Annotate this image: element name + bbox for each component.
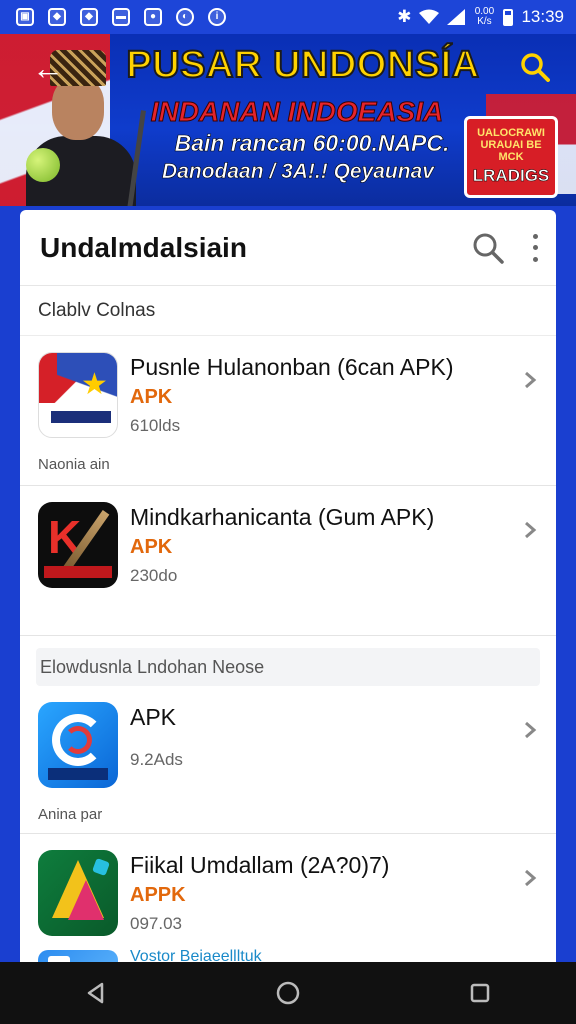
section-label: Clablv Colnas <box>20 286 556 336</box>
clock: 13:39 <box>521 7 564 26</box>
app-type-badge: APK <box>130 386 173 408</box>
promo-badge: UALOCRAWI URAUAI BE MCK LRADIGS <box>464 116 558 198</box>
bluetooth-icon: ✱ <box>397 7 412 26</box>
recents-button[interactable] <box>455 973 505 1013</box>
promo-banner[interactable]: ← PUSAR UNDONSÍA INDANAN INDOEASIA Bain … <box>0 34 576 206</box>
banner-title: PUSAR UNDONSÍA <box>125 43 480 87</box>
wifi-icon <box>419 9 440 24</box>
app-size: 9.2Ads <box>130 750 183 769</box>
flag-star-icon: ★ <box>38 352 118 438</box>
notification-icons: ▣ ◆ ◆ ▬ ● ◐ i <box>16 8 226 26</box>
list-item[interactable]: K Mindkarhanicanta (Gum APK) APK 230do <box>20 486 556 636</box>
image-icon: ▣ <box>16 8 34 26</box>
search-icon[interactable] <box>472 232 504 264</box>
banner-subtitle: INDANAN INDOEASIA <box>150 96 444 128</box>
group-header: Elowdusnla Lndohan Neose <box>36 648 540 686</box>
status-bar: ▣ ◆ ◆ ▬ ● ◐ i ✱ 0.00 K/s 13:39 <box>0 0 576 34</box>
back-arrow-icon[interactable]: ← <box>32 52 64 84</box>
chevron-right-icon[interactable] <box>520 720 540 740</box>
info-icon: i <box>208 8 226 26</box>
navigation-bar <box>0 962 576 1024</box>
media-icon: ◐ <box>176 8 194 26</box>
app-size: 230do <box>130 566 178 585</box>
badge-label: LRADIGS <box>472 166 550 185</box>
home-button[interactable] <box>263 973 313 1013</box>
apple-icon <box>26 148 60 182</box>
app-size: 097.03 <box>130 914 182 933</box>
app-type-badge: APPK <box>130 884 186 906</box>
knife-logo-icon: K <box>38 502 118 588</box>
search-icon[interactable] <box>520 52 550 82</box>
chevron-right-icon[interactable] <box>520 520 540 540</box>
back-triangle-icon <box>87 982 104 1004</box>
chevron-right-icon[interactable] <box>520 370 540 390</box>
gallery-icon: ◆ <box>48 8 66 26</box>
badge-text: UALOCRAWI URAUAI BE MCK <box>477 127 545 163</box>
list-item[interactable]: Fiikal Umdallam (2A?0)7) APPK 097.03 <box>20 834 556 946</box>
app-title: APK <box>130 704 177 730</box>
list-item[interactable]: APK 9.2Ads Anina par <box>20 686 556 834</box>
app-title: Fiikal Umdallam (2A?0)7) <box>130 852 390 878</box>
app-type-badge: APK <box>130 536 173 558</box>
banner-text-line: Danodaan / 3A!.! Qeyaunav <box>162 160 435 184</box>
gallery-icon: ◆ <box>80 8 98 26</box>
ring-logo-icon <box>38 702 118 788</box>
triangle-logo-icon <box>38 850 118 936</box>
signal-icon <box>447 9 466 25</box>
briefcase-icon: ▬ <box>112 8 130 26</box>
more-options-icon[interactable] <box>532 233 538 262</box>
card-header: Undalmdalsiain <box>20 210 556 286</box>
home-circle-icon <box>276 981 300 1005</box>
app-list-card: Undalmdalsiain Clablv Colnas ★ Pusnle Hu… <box>20 210 556 970</box>
app-size: 610lds <box>130 416 181 435</box>
battery-icon <box>503 8 514 26</box>
recents-square-icon <box>470 983 490 1003</box>
list-item[interactable]: ★ Pusnle Hulanonban (6can APK) APK 610ld… <box>20 336 556 486</box>
page-title: Undalmdalsiain <box>40 231 247 263</box>
banner-text-line: Bain rancan 60:00.NAPC. <box>174 130 450 157</box>
app-title: Pusnle Hulanonban (6can APK) <box>130 354 454 380</box>
data-speed-label: 0.00 K/s <box>474 6 495 27</box>
app-title: Mindkarhanicanta (Gum APK) <box>130 504 435 530</box>
app-note: Anina par <box>38 806 103 823</box>
app-note: Naonia ain <box>38 456 110 473</box>
back-button[interactable] <box>71 973 121 1013</box>
system-indicators: ✱ 0.00 K/s 13:39 <box>397 7 564 27</box>
camera-icon: ● <box>144 8 162 26</box>
chevron-right-icon[interactable] <box>520 868 540 888</box>
